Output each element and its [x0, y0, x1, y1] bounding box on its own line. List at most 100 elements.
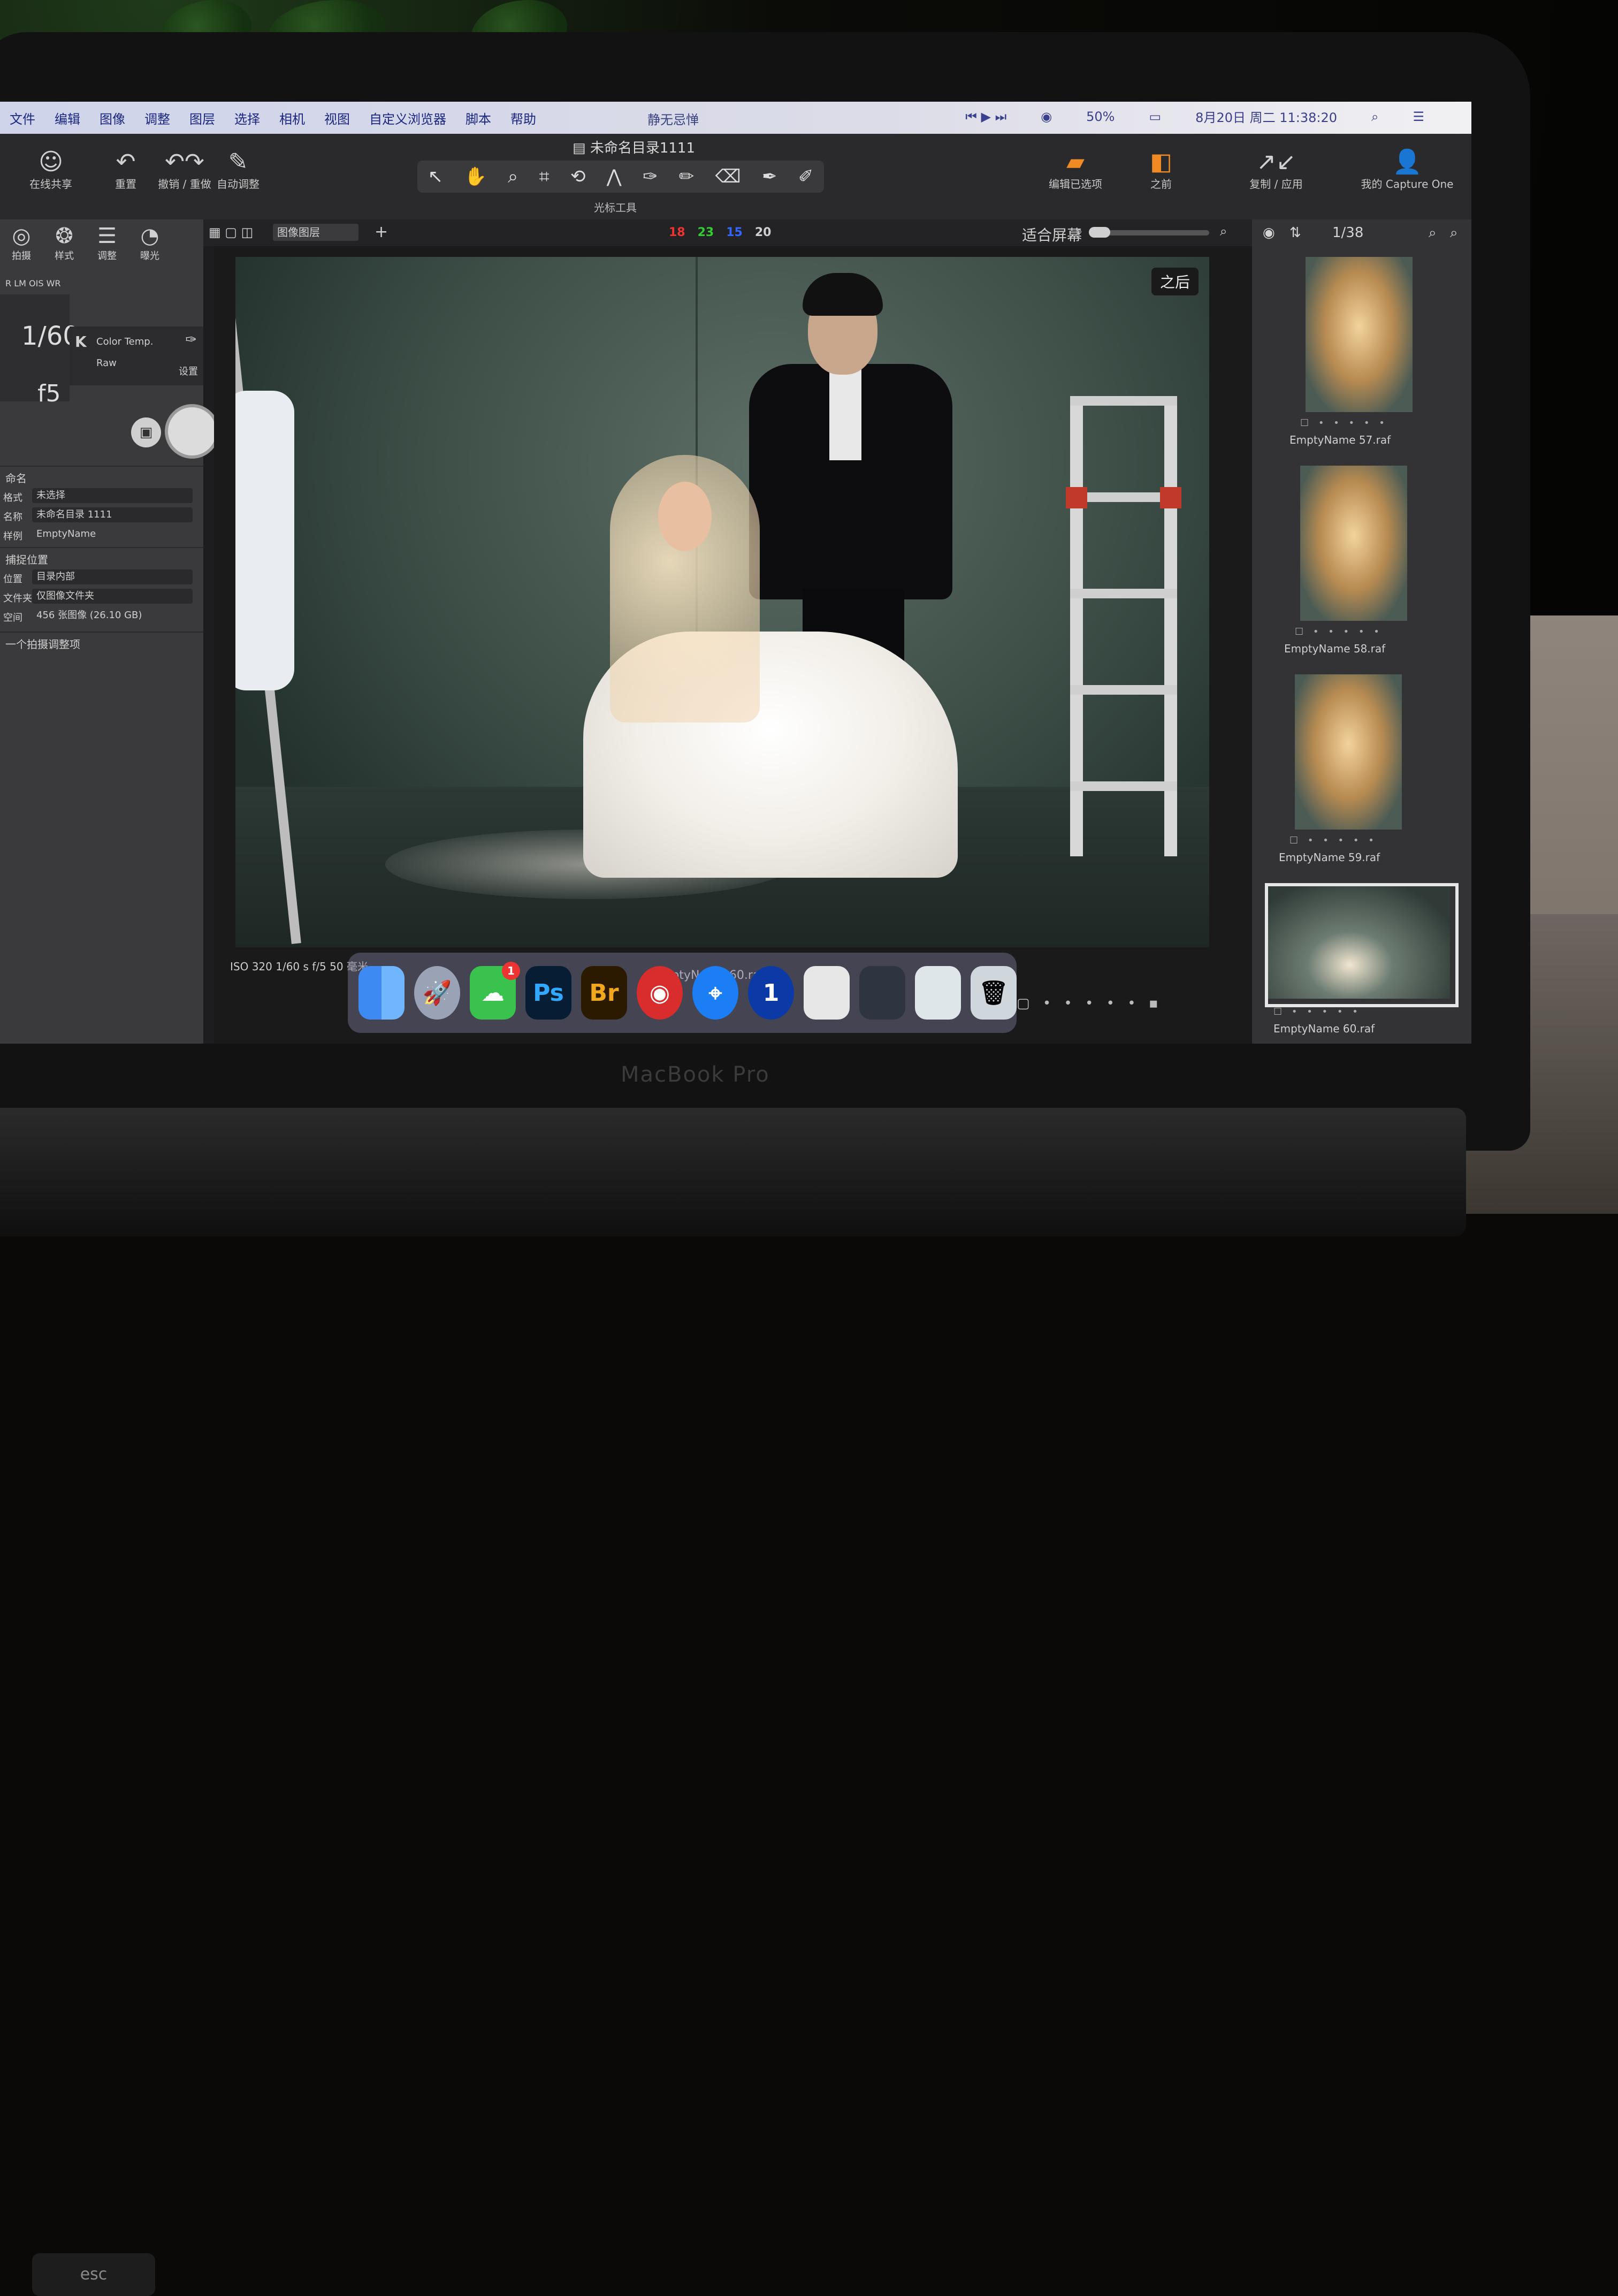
menu-item-edit[interactable]: 编辑 [55, 109, 80, 127]
browser-header: ◉ ⇅ 1/38 ⌕ ⌕ [1252, 219, 1471, 246]
onepassword-icon[interactable]: 1 [748, 966, 794, 1020]
menu-item-image[interactable]: 图像 [100, 109, 125, 127]
row-label: 空间 [3, 612, 22, 624]
edit-selected-label: 编辑已选项 [1049, 178, 1102, 191]
undo-redo-button[interactable]: ↶↷ 撤销 / 重做 [155, 149, 214, 191]
gradient-tool-icon[interactable]: ✒ [762, 166, 777, 187]
zoom-label[interactable]: 适合屏幕 [1022, 224, 1082, 245]
reset-button[interactable]: ↶ 重置 [107, 149, 144, 191]
battery-label[interactable]: 50% [1086, 109, 1115, 124]
picker-tool-icon[interactable]: ✐ [798, 166, 814, 187]
pan-tool-icon[interactable]: ✋ [464, 166, 486, 187]
before-after-label: 之前 [1150, 178, 1172, 191]
aperture-value: f5 [37, 380, 61, 407]
before-after-button[interactable]: ◧ 之前 [1134, 149, 1188, 191]
media-controls-icon[interactable]: ⏮ ▶ ⏭ [965, 109, 1006, 124]
tab-styles[interactable]: ❂ 样式 [43, 224, 86, 262]
undo-redo-label: 撤销 / 重做 [158, 178, 211, 191]
sample-value: EmptyName [36, 528, 96, 539]
blue-count: 15 [726, 226, 743, 239]
bridge-icon[interactable]: Br [581, 966, 627, 1020]
sort-icon[interactable]: ⇅ [1289, 225, 1301, 241]
photoshop-icon[interactable]: Ps [525, 966, 571, 1020]
zoom-in-icon[interactable]: ⌕ [1220, 224, 1227, 239]
edit-selected-button[interactable]: ▰ 编辑已选项 [1038, 149, 1113, 191]
location-section-header[interactable]: 捕捉位置 [0, 547, 203, 567]
search-icon[interactable]: ⌕ [1429, 225, 1437, 241]
menu-item-help[interactable]: 帮助 [510, 109, 536, 127]
keystone-tool-icon[interactable]: ⋀ [607, 166, 622, 187]
rating-stars[interactable]: ☐ • • • • • [1289, 835, 1377, 846]
zoom-out-icon[interactable]: ⌕ [1075, 224, 1082, 239]
tab-capture[interactable]: ◎ 拍摄 [0, 224, 43, 262]
pointer-tool-icon[interactable]: ↖ [428, 166, 444, 187]
auto-adjust-button[interactable]: ✎ 自动调整 [214, 149, 262, 191]
copy-apply-button[interactable]: ↗↙ 复制 / 应用 [1241, 149, 1311, 191]
browser-thumbnail[interactable] [1300, 466, 1407, 621]
menu-item-view[interactable]: 视图 [324, 109, 350, 127]
grid-view-icon[interactable]: ▦ ▢ ◫ [209, 225, 253, 240]
ladder-rung [1070, 781, 1177, 791]
menu-item-script[interactable]: 脚本 [465, 109, 491, 127]
spot-tool-icon[interactable]: ✑ [643, 166, 658, 187]
browser-thumbnail[interactable] [1295, 674, 1402, 830]
menu-item-select[interactable]: 选择 [234, 109, 260, 127]
rotate-tool-icon[interactable]: ⟲ [570, 166, 586, 187]
music-icon[interactable]: ◉ [637, 966, 683, 1020]
capture-button[interactable] [165, 404, 219, 459]
menu-item-custom-browser[interactable]: 自定义浏览器 [369, 109, 446, 127]
after-badge: 之后 [1151, 268, 1199, 295]
wechat-icon[interactable]: ☁ 1 [470, 962, 520, 1020]
menu-item-camera[interactable]: 相机 [279, 109, 305, 127]
view-mode-select[interactable]: 图像图层 [273, 224, 358, 241]
naming-section-header[interactable]: 命名 [0, 466, 203, 486]
menu-item-file[interactable]: 文件 [10, 109, 35, 127]
format-field[interactable]: 未选择 [32, 488, 193, 503]
finder-icon[interactable] [358, 966, 404, 1020]
tab-label: 样式 [55, 250, 74, 262]
naming-section-title: 命名 [5, 472, 27, 485]
zoom-slider-handle[interactable] [1089, 227, 1110, 238]
tab-label: 拍摄 [12, 250, 31, 262]
filter-icon[interactable]: ⌕ [1450, 225, 1458, 241]
launchpad-icon[interactable]: 🚀 [414, 966, 460, 1020]
minimized-window-icon[interactable] [804, 966, 850, 1020]
viewer-page-dots[interactable]: ▢ • • • • • ▪ [1017, 995, 1162, 1012]
minimized-window-icon[interactable] [915, 966, 961, 1020]
main-photo[interactable]: 之后 [235, 257, 1209, 947]
trash-icon[interactable]: 🗑 [971, 966, 1017, 1020]
white-balance-box[interactable]: K Color Temp. Raw ✑ 设置 [70, 326, 203, 385]
destination-select[interactable]: 目录内部 [32, 569, 193, 584]
next-capture-section-header[interactable]: 一个拍摄调整项 [0, 632, 203, 652]
rating-stars[interactable]: ☐ • • • • • [1295, 626, 1383, 637]
my-capture-one-button[interactable]: 👤 我的 Capture One [1354, 149, 1461, 191]
brand-label: MacBook Pro [621, 1062, 770, 1087]
folder-select[interactable]: 仅图像文件夹 [32, 589, 193, 604]
menu-item-layer[interactable]: 图层 [189, 109, 215, 127]
clock-label[interactable]: 8月20日 周二 11:38:20 [1195, 107, 1337, 126]
tab-adjust[interactable]: ☰ 调整 [86, 224, 128, 262]
name-field[interactable]: 未命名目录 1111 [32, 507, 193, 522]
share-button[interactable]: ☺ 在线共享 [27, 149, 75, 191]
wifi-icon[interactable]: ◉ [1041, 109, 1052, 124]
minimized-window-icon[interactable] [859, 966, 905, 1020]
live-view-button[interactable]: ▣ [131, 417, 161, 447]
add-icon[interactable]: + [375, 223, 388, 241]
eraser-tool-icon[interactable]: ⌫ [715, 166, 741, 187]
rating-stars[interactable]: ☐ • • • • • [1273, 1006, 1361, 1017]
safari-icon[interactable]: ⌖ [692, 966, 738, 1020]
browser-page-count: 1/38 [1332, 225, 1364, 241]
crop-tool-icon[interactable]: ⌗ [539, 166, 549, 187]
brush-tool-icon[interactable]: ✏ [679, 166, 694, 187]
browser-thumbnail-selected[interactable] [1268, 886, 1450, 999]
spotlight-icon[interactable]: ⌕ [1371, 109, 1378, 124]
eyedropper-icon[interactable]: ✑ [185, 332, 197, 348]
tool-panel: ◎ 拍摄 ❂ 样式 ☰ 调整 ◔ 曝光 R LM OIS WR 1/60 f5 … [0, 219, 219, 1044]
eye-icon[interactable]: ◉ [1263, 225, 1275, 241]
browser-thumbnail[interactable] [1306, 257, 1413, 412]
menu-item-adjust[interactable]: 调整 [144, 109, 170, 127]
control-center-icon[interactable]: ☰ [1413, 109, 1424, 124]
loupe-tool-icon[interactable]: ⌕ [508, 166, 518, 187]
tab-exposure[interactable]: ◔ 曝光 [128, 224, 171, 262]
rating-stars[interactable]: ☐ • • • • • [1300, 417, 1388, 429]
